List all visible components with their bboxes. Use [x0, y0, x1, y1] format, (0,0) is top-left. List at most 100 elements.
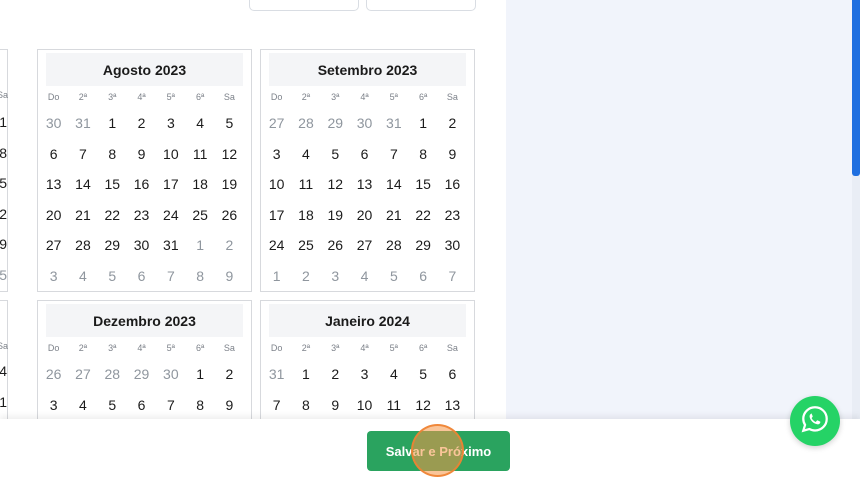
calendar-day[interactable]: 20 — [350, 200, 379, 231]
calendar-day[interactable]: 6 — [408, 261, 437, 292]
calendar-day[interactable]: 29 — [321, 108, 350, 139]
calendar-day[interactable]: 14 — [379, 169, 408, 200]
calendar-day[interactable]: 7 — [438, 261, 467, 292]
calendar-day[interactable]: 5 — [98, 261, 127, 292]
calendar-day[interactable]: 12 — [215, 139, 244, 170]
calendar-day[interactable]: 13 — [39, 169, 68, 200]
calendar-day[interactable]: 8 — [98, 139, 127, 170]
calendar-day[interactable]: 7 — [156, 390, 185, 421]
calendar-day[interactable]: 12 — [408, 390, 437, 421]
calendar-day[interactable]: 12 — [321, 169, 350, 200]
calendar-day[interactable]: 25 — [185, 200, 214, 231]
calendar-day[interactable]: 21 — [68, 200, 97, 231]
calendar-day[interactable]: 6 — [438, 359, 467, 390]
calendar-day[interactable]: 18 — [185, 169, 214, 200]
calendar-day[interactable]: 22 — [408, 200, 437, 231]
calendar-day[interactable]: 13 — [438, 390, 467, 421]
calendar-day[interactable]: 10 — [262, 169, 291, 200]
calendar-day[interactable]: 1 — [291, 359, 320, 390]
calendar-day[interactable]: 11 — [0, 394, 7, 410]
calendar-day[interactable]: 29 — [127, 359, 156, 390]
calendar-day[interactable]: 16 — [438, 169, 467, 200]
calendar-day[interactable]: 9 — [438, 139, 467, 170]
calendar-day[interactable]: 6 — [350, 139, 379, 170]
save-and-next-button[interactable]: Salvar e Próximo — [367, 431, 510, 471]
calendar-day[interactable]: 11 — [291, 169, 320, 200]
calendar-day[interactable]: 1 — [98, 108, 127, 139]
calendar-day[interactable]: 29 — [0, 236, 7, 252]
calendar-day[interactable]: 25 — [291, 230, 320, 261]
calendar-day[interactable]: 30 — [350, 108, 379, 139]
calendar-day[interactable]: 27 — [262, 108, 291, 139]
calendar-day[interactable]: 8 — [291, 390, 320, 421]
calendar-day[interactable]: 2 — [127, 108, 156, 139]
calendar-day[interactable]: 3 — [156, 108, 185, 139]
calendar-day[interactable]: 6 — [39, 139, 68, 170]
calendar-day[interactable]: 8 — [408, 139, 437, 170]
top-button-2[interactable] — [366, 0, 476, 11]
calendar-day[interactable]: 1 — [185, 230, 214, 261]
calendar-day[interactable]: 4 — [291, 139, 320, 170]
calendar-day[interactable]: 19 — [321, 200, 350, 231]
calendar-day[interactable]: 8 — [185, 390, 214, 421]
calendar-day[interactable]: 22 — [0, 206, 7, 222]
calendar-day[interactable]: 23 — [438, 200, 467, 231]
calendar-day[interactable]: 28 — [379, 230, 408, 261]
calendar-day[interactable]: 4 — [68, 390, 97, 421]
calendar-day[interactable]: 11 — [379, 390, 408, 421]
calendar-day[interactable]: 5 — [321, 139, 350, 170]
calendar-day[interactable]: 5 — [379, 261, 408, 292]
calendar-day[interactable]: 30 — [39, 108, 68, 139]
calendar-day[interactable]: 7 — [68, 139, 97, 170]
calendar-day[interactable]: 31 — [262, 359, 291, 390]
calendar-day[interactable]: 22 — [98, 200, 127, 231]
calendar-day[interactable]: 27 — [39, 230, 68, 261]
calendar-day[interactable]: 9 — [215, 261, 244, 292]
calendar-day[interactable]: 14 — [68, 169, 97, 200]
calendar-day[interactable]: 1 — [262, 261, 291, 292]
calendar-day[interactable]: 31 — [156, 230, 185, 261]
calendar-day[interactable]: 5 — [408, 359, 437, 390]
calendar-day[interactable]: 7 — [156, 261, 185, 292]
calendar-day[interactable]: 15 — [0, 175, 7, 191]
calendar-day[interactable]: 4 — [185, 108, 214, 139]
calendar-day[interactable]: 3 — [39, 390, 68, 421]
calendar-day[interactable]: 24 — [262, 230, 291, 261]
calendar-day[interactable]: 30 — [438, 230, 467, 261]
calendar-day[interactable]: 11 — [185, 139, 214, 170]
calendar-day[interactable]: 30 — [127, 230, 156, 261]
calendar-day[interactable]: 4 — [379, 359, 408, 390]
calendar-day[interactable]: 26 — [39, 359, 68, 390]
scrollbar[interactable] — [852, 0, 860, 419]
calendar-day[interactable]: 6 — [127, 390, 156, 421]
calendar-day[interactable]: 1 — [185, 359, 214, 390]
calendar-day[interactable]: 5 — [0, 267, 7, 283]
calendar-day[interactable]: 29 — [408, 230, 437, 261]
calendar-day[interactable]: 26 — [215, 200, 244, 231]
calendar-day[interactable]: 21 — [379, 200, 408, 231]
calendar-day[interactable]: 6 — [127, 261, 156, 292]
calendar-day[interactable]: 9 — [215, 390, 244, 421]
calendar-day[interactable]: 27 — [350, 230, 379, 261]
calendar-day[interactable]: 28 — [68, 230, 97, 261]
calendar-day[interactable]: 9 — [321, 390, 350, 421]
calendar-day[interactable]: 31 — [68, 108, 97, 139]
calendar-day[interactable]: 17 — [156, 169, 185, 200]
calendar-day[interactable]: 7 — [379, 139, 408, 170]
calendar-day[interactable]: 28 — [98, 359, 127, 390]
calendar-day[interactable]: 7 — [262, 390, 291, 421]
calendar-day[interactable]: 1 — [408, 108, 437, 139]
calendar-day[interactable]: 2 — [438, 108, 467, 139]
calendar-day[interactable]: 4 — [350, 261, 379, 292]
calendar-day[interactable]: 5 — [215, 108, 244, 139]
calendar-day[interactable]: 20 — [39, 200, 68, 231]
calendar-day[interactable]: 4 — [0, 363, 7, 379]
calendar-day[interactable]: 3 — [262, 139, 291, 170]
calendar-day[interactable]: 1 — [0, 114, 7, 130]
calendar-day[interactable]: 29 — [98, 230, 127, 261]
calendar-day[interactable]: 13 — [350, 169, 379, 200]
calendar-day[interactable]: 17 — [262, 200, 291, 231]
calendar-day[interactable]: 4 — [68, 261, 97, 292]
calendar-day[interactable]: 2 — [215, 359, 244, 390]
calendar-day[interactable]: 28 — [291, 108, 320, 139]
